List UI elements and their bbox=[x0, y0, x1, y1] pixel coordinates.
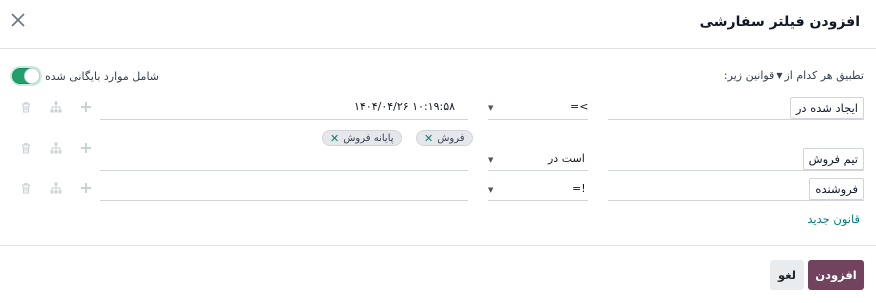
tag-label: فروش bbox=[437, 133, 465, 144]
hierarchy-icon[interactable] bbox=[50, 101, 62, 113]
tag-pos: پایانه فروش ✕ bbox=[322, 130, 402, 146]
dialog-title: افزودن فیلتر سفارشی bbox=[699, 14, 860, 30]
rule-field-underline bbox=[608, 119, 864, 120]
plus-icon[interactable] bbox=[80, 142, 92, 154]
trash-icon[interactable] bbox=[20, 142, 32, 154]
new-rule-link[interactable]: قانون جدید bbox=[807, 212, 860, 226]
rule-field-underline bbox=[608, 200, 864, 201]
footer-divider bbox=[0, 245, 876, 246]
apply-rule-selector[interactable]: تطبیق هر کدام از ▼ قوانین زیر: bbox=[724, 69, 864, 82]
archived-toggle-row[interactable]: شامل موارد بایگانی شده bbox=[12, 68, 159, 84]
tag-remove-icon[interactable]: ✕ bbox=[330, 132, 339, 145]
operator-underline bbox=[488, 200, 588, 201]
rule-operator[interactable]: است در bbox=[548, 152, 585, 165]
tag-remove-icon[interactable]: ✕ bbox=[424, 132, 433, 145]
close-icon[interactable] bbox=[8, 10, 28, 30]
toggle-knob bbox=[24, 68, 40, 84]
rule-field-sales-team[interactable]: تیم فروش bbox=[802, 148, 864, 170]
operator-underline bbox=[488, 170, 588, 171]
value-underline bbox=[100, 119, 468, 120]
tag-label: پایانه فروش bbox=[343, 133, 394, 144]
value-underline bbox=[100, 170, 468, 171]
chevron-down-icon[interactable]: ▼ bbox=[488, 104, 493, 112]
rule-field-created-on[interactable]: ایجاد شده در bbox=[789, 97, 864, 119]
plus-icon[interactable] bbox=[80, 101, 92, 113]
add-filter-button[interactable]: افزودن bbox=[808, 260, 864, 290]
operator-underline bbox=[488, 119, 588, 120]
rule-field-underline bbox=[608, 170, 864, 171]
cancel-button[interactable]: لغو bbox=[770, 260, 804, 290]
apply-suffix: قوانین زیر: bbox=[723, 69, 775, 82]
plus-icon[interactable] bbox=[80, 182, 92, 194]
hierarchy-icon[interactable] bbox=[50, 182, 62, 194]
apply-label: تطبیق هر کدام از bbox=[784, 69, 864, 82]
chevron-down-icon[interactable]: ▼ bbox=[488, 156, 493, 164]
trash-icon[interactable] bbox=[20, 101, 32, 113]
archived-label: شامل موارد بایگانی شده bbox=[45, 69, 160, 83]
chevron-down-icon: ▼ bbox=[776, 71, 783, 80]
value-underline bbox=[100, 200, 468, 201]
trash-icon[interactable] bbox=[20, 182, 32, 194]
rule-operator[interactable]: >= bbox=[570, 100, 588, 113]
header-divider bbox=[0, 48, 876, 49]
hierarchy-icon[interactable] bbox=[50, 142, 62, 154]
rule-operator[interactable]: != bbox=[572, 182, 586, 195]
rule-field-salesperson[interactable]: فروشنده bbox=[809, 178, 864, 200]
chevron-down-icon[interactable]: ▼ bbox=[488, 186, 493, 194]
tag-sales: فروش ✕ bbox=[416, 130, 473, 146]
rule-value-input[interactable]: ۱۴۰۴/۰۴/۲۶ ۱۰:۱۹:۵۸ bbox=[354, 100, 455, 113]
archived-toggle[interactable] bbox=[12, 68, 40, 84]
